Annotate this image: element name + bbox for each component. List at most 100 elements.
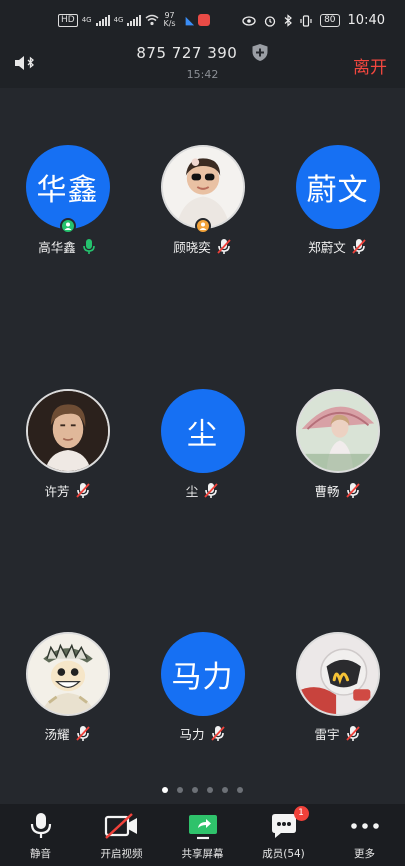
participant-tile[interactable]: 汤耀 [0,632,135,743]
avatar-photo-umbrella [295,389,380,473]
status-right: 80 10:40 [242,13,385,28]
host-badge-icon [59,218,76,234]
share-screen-icon [188,815,217,840]
share-label: 共享屏幕 [181,848,224,860]
meeting-header: 875 727 390 15:42 离开 [0,30,405,88]
members-count-badge: 1 [293,806,309,821]
participant-name-row: 马力 [135,724,270,743]
mute-icon-wrap [29,812,53,840]
more-dots-icon [350,823,379,829]
avatar-photo-helmet [295,632,380,716]
mute-label: 静音 [30,848,51,860]
participant-name: 郑蔚文 [308,240,346,255]
avatar-circle: 蔚文 [295,145,380,229]
participant-name: 马力 [179,727,205,742]
page-indicator[interactable] [0,787,405,793]
mic-muted-icon [75,483,90,498]
participant-name-row: 顾晓奕 [135,237,270,256]
app-notification-icon: ◣ [185,13,195,27]
net-speed-unit: K/s [163,19,176,28]
mic-muted-icon [345,726,360,741]
participant-name-row: 郑蔚文 [270,237,405,256]
page-dot[interactable] [222,787,228,793]
more-button[interactable]: 更多 [324,804,405,866]
mic-muted-icon [352,239,366,254]
battery-indicator: 80 [320,14,340,27]
participant-name-row: 雷宇 [270,724,405,743]
video-off-icon [104,813,137,839]
network-4g-label: 4G [81,16,92,24]
share-icon-wrap [187,812,219,840]
alarm-icon [264,15,276,27]
page-dot[interactable] [177,787,183,793]
video-icon-wrap [104,812,140,840]
participant-name: 顾晓奕 [173,240,211,255]
participant-name-row: 尘 [135,481,270,500]
participant-name: 曹畅 [314,484,340,499]
mic-muted-icon [75,726,90,741]
participant-tile[interactable]: 顾晓奕 [135,145,270,256]
participant-tile[interactable]: 雷宇 [270,632,405,743]
participant-tile[interactable]: 马力 马力 [135,632,270,743]
avatar: 华鑫 [25,145,110,234]
recorder-icon [198,14,211,26]
wifi-icon [146,14,159,26]
participant-name-row: 许芳 [0,481,135,500]
participant-tile[interactable]: 蔚文 郑蔚文 [270,145,405,256]
participant-tile[interactable]: 尘 尘 [135,389,270,500]
avatar-photo-cartoon [25,632,110,716]
participant-name-row: 汤耀 [0,724,135,743]
meeting-toolbar: 静音 开启视频 共享屏幕 1 成员(54) 更多 [0,804,405,866]
network-4g-label-2: 4G [113,16,124,24]
members-icon-wrap: 1 [269,806,309,840]
page-dot[interactable] [207,787,213,793]
start-video-button[interactable]: 开启视频 [81,804,162,866]
avatar: 蔚文 [295,145,380,229]
participant-tile[interactable]: 曹畅 [270,389,405,500]
page-dot[interactable] [237,787,243,793]
avatar-photo-child [160,145,245,229]
meeting-screen: HD 4G 4G 97 K/s ◣ 80 10:40 875 727 390 1… [0,0,405,866]
bluetooth-icon [284,14,292,27]
meeting-id-row[interactable]: 875 727 390 [0,43,405,62]
avatar: 马力 [160,632,245,716]
meeting-id: 875 727 390 [136,43,238,62]
eye-icon [242,15,256,26]
mute-button[interactable]: 静音 [0,804,81,866]
avatar-circle: 马力 [160,632,245,716]
more-icon-wrap [348,812,382,840]
mic-muted-icon [345,483,360,498]
video-label: 开启视频 [100,848,143,860]
avatar-circle: 尘 [160,389,245,473]
members-button[interactable]: 1 成员(54) [243,804,324,866]
hd-indicator: HD [58,13,78,27]
participant-name: 雷宇 [314,727,340,742]
signal-icon-2 [127,14,142,26]
mic-muted-icon [217,239,231,254]
avatar [160,145,245,234]
page-dot[interactable] [162,787,168,793]
meeting-elapsed-time: 15:42 [186,68,219,81]
avatar: 尘 [160,389,245,473]
mic-muted-icon [210,726,225,741]
avatar [25,389,110,473]
avatar-photo-man [25,389,110,473]
share-screen-button[interactable]: 共享屏幕 [162,804,243,866]
mic-muted-icon [204,483,218,498]
more-label: 更多 [354,848,375,860]
avatar [295,389,380,473]
participant-name: 高华鑫 [38,240,76,255]
signal-icon [95,14,110,26]
clock: 10:40 [347,13,385,28]
net-speed: 97 K/s [163,12,175,28]
shield-plus-icon[interactable] [251,43,269,62]
participant-tile[interactable]: 华鑫 高华鑫 [0,145,135,256]
participant-tile[interactable]: 许芳 [0,389,135,500]
avatar-circle: 华鑫 [25,145,110,229]
participant-name: 许芳 [44,484,70,499]
mic-on-icon [82,239,95,254]
members-label: 成员(54) [262,848,305,860]
leave-button[interactable]: 离开 [353,53,387,78]
participant-name: 尘 [185,484,199,499]
page-dot[interactable] [192,787,198,793]
